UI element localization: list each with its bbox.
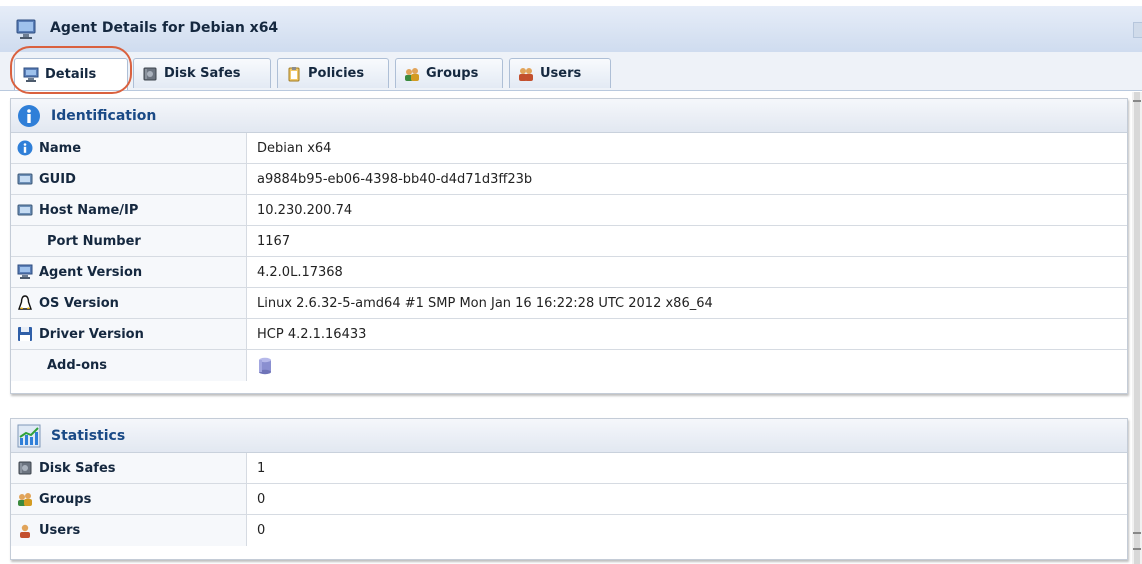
panel-title: Identification [51,107,157,124]
table-row: OS Version Linux 2.6.32-5-amd64 #1 SMP M… [11,288,1127,319]
table-row: Port Number 1167 [11,226,1127,257]
panel-title: Statistics [51,427,126,444]
row-value-driver-version: HCP 4.2.1.16433 [257,326,367,342]
identification-panel: Identification Name Debian x64 GUID a988… [10,98,1128,394]
table-row: Host Name/IP 10.230.200.74 [11,195,1127,226]
identification-header: Identification [11,99,1127,133]
row-value-agent-version: 4.2.0L.17368 [257,264,343,280]
tab-users[interactable]: Users [509,58,611,88]
row-label-os-version: OS Version [11,288,247,318]
clipboard-icon [288,66,300,81]
row-label-host: Host Name/IP [11,195,247,225]
table-row: Driver Version HCP 4.2.1.16433 [11,319,1127,350]
disk-safe-icon [143,67,157,80]
vertical-scrollbar[interactable] [1132,92,1142,564]
disk-safe-icon [18,461,32,475]
users-icon [519,67,533,81]
chart-icon [17,424,41,447]
tab-groups[interactable]: Groups [395,58,503,88]
row-value-groups: 0 [257,491,266,507]
agent-details-window: Agent Details for Debian x64 Details Dis… [0,0,1142,564]
database-icon[interactable] [257,357,273,375]
scroll-up-arrow[interactable] [1133,100,1141,102]
row-label-users: Users [11,515,247,546]
row-label-agent-version: Agent Version [11,257,247,287]
title-bar: Agent Details for Debian x64 [0,6,1142,53]
row-label-guid: GUID [11,164,247,194]
table-row: Disk Safes 1 [11,453,1127,484]
row-value-host: 10.230.200.74 [257,202,353,218]
row-label-driver-version: Driver Version [11,319,247,349]
row-label-add-ons: Add-ons [11,350,247,381]
window-title: Agent Details for Debian x64 [50,20,279,36]
tab-label: Policies [308,66,365,81]
row-label-name: Name [11,133,247,163]
tab-label: Disk Safes [164,66,241,81]
row-label-disk-safes: Disk Safes [11,453,247,483]
tab-highlight-circle [10,46,132,94]
statistics-panel: Statistics Disk Safes 1 Groups 0 Users 0 [10,418,1128,560]
computer-icon [16,19,36,39]
groups-icon [18,493,32,506]
network-icon [17,204,33,216]
groups-icon [405,67,419,81]
row-value-disk-safes: 1 [257,460,266,476]
table-row: Name Debian x64 [11,133,1127,164]
tab-strip: Details Disk Safes Policies Groups Users [0,52,1142,91]
linux-icon [18,295,32,310]
network-icon [17,173,33,185]
tab-label: Users [540,66,582,81]
row-label-port: Port Number [11,226,247,256]
row-label-groups: Groups [11,484,247,514]
row-value-name: Debian x64 [257,140,332,156]
tab-label: Groups [426,66,479,81]
user-icon [20,524,30,538]
floppy-disk-icon [18,327,32,341]
info-icon [17,140,33,156]
scrollbar-thumb[interactable] [1134,92,1140,564]
collapse-button[interactable] [1133,22,1142,38]
table-row: Agent Version 4.2.0L.17368 [11,257,1127,288]
table-row: GUID a9884b95-eb06-4398-bb40-d4d71d3ff23… [11,164,1127,195]
statistics-header: Statistics [11,419,1127,453]
row-value-add-ons [247,357,273,375]
scroll-down-arrow[interactable] [1133,548,1141,550]
row-value-port: 1167 [257,233,291,249]
row-value-os-version: Linux 2.6.32-5-amd64 #1 SMP Mon Jan 16 1… [257,295,713,311]
computer-icon [17,264,33,279]
info-icon [18,104,40,127]
row-value-guid: a9884b95-eb06-4398-bb40-d4d71d3ff23b [257,171,533,187]
table-row: Users 0 [11,515,1127,546]
scroll-grip [1133,532,1141,534]
table-row: Groups 0 [11,484,1127,515]
row-value-users: 0 [257,523,266,538]
table-row: Add-ons [11,350,1127,381]
tab-policies[interactable]: Policies [277,58,389,88]
tab-disk-safes[interactable]: Disk Safes [133,58,271,88]
